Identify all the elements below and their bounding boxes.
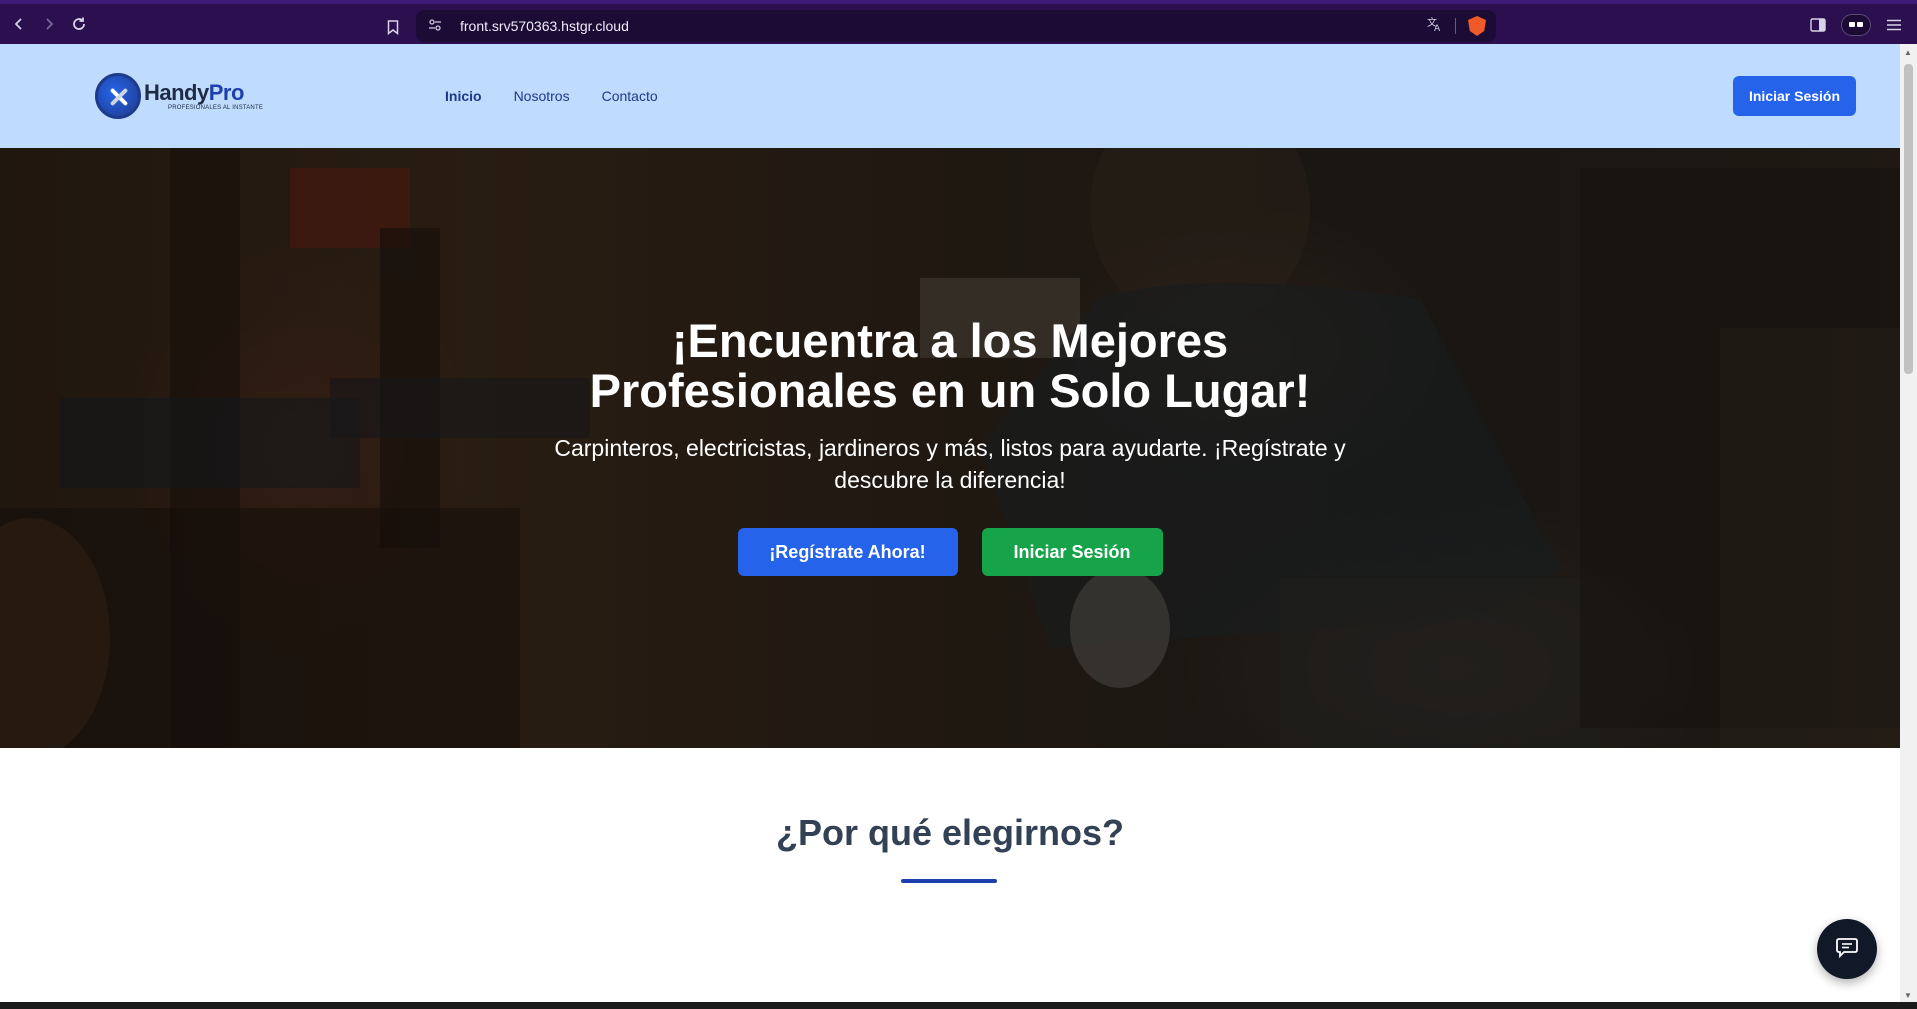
- hero-subtitle: Carpinteros, electricistas, jardineros y…: [554, 435, 1346, 493]
- logo-tagline: PROFESIONALES AL INSTANTE: [168, 104, 264, 111]
- scrollbar-thumb[interactable]: [1904, 64, 1913, 374]
- address-bar-actions: 文A: [1427, 10, 1486, 42]
- hero-title: ¡Encuentra a los Mejores Profesionales e…: [500, 316, 1400, 416]
- nav-link-contacto[interactable]: Contacto: [602, 88, 658, 104]
- page-scrollbar[interactable]: ▲ ▼: [1900, 44, 1917, 1004]
- svg-text:A: A: [1434, 24, 1441, 32]
- chat-button[interactable]: [1817, 919, 1877, 979]
- address-bar[interactable]: front.srv570363.hstgr.cloud 文A: [416, 10, 1496, 42]
- page-viewport: HandyPro PROFESIONALES AL INSTANTE Inici…: [0, 44, 1900, 1004]
- why-choose-us-title: ¿Por qué elegirnos?: [775, 812, 1125, 853]
- logo-text: HandyPro PROFESIONALES AL INSTANTE: [144, 79, 264, 111]
- site-header: HandyPro PROFESIONALES AL INSTANTE Inici…: [0, 44, 1900, 148]
- forward-arrow-icon[interactable]: [34, 9, 64, 39]
- menu-icon[interactable]: [1881, 12, 1907, 38]
- browser-toolbar: front.srv570363.hstgr.cloud 文A: [0, 0, 1917, 44]
- register-now-button[interactable]: ¡Regístrate Ahora!: [737, 528, 958, 576]
- translate-icon[interactable]: 文A: [1427, 16, 1443, 36]
- hero-content: ¡Encuentra a los Mejores Profesionales e…: [0, 148, 1900, 748]
- brave-shield-icon[interactable]: [1468, 16, 1486, 36]
- browser-right-controls: [1805, 12, 1907, 38]
- nav-link-inicio[interactable]: Inicio: [445, 88, 482, 104]
- logo-tools-icon: [95, 73, 141, 119]
- header-login-button[interactable]: Iniciar Sesión: [1733, 76, 1856, 116]
- hero-title-line-2: Profesionales en un Solo Lugar!: [589, 364, 1311, 417]
- sidebar-icon[interactable]: [1805, 12, 1831, 38]
- hero-title-line-1: ¡Encuentra a los Mejores: [671, 314, 1229, 367]
- logo-name-handy: Handy: [144, 79, 209, 105]
- logo[interactable]: HandyPro PROFESIONALES AL INSTANTE: [95, 73, 263, 119]
- hero-buttons: ¡Regístrate Ahora! Iniciar Sesión: [737, 528, 1163, 576]
- logo-name: HandyPro: [144, 79, 263, 105]
- nav-link-nosotros[interactable]: Nosotros: [514, 88, 570, 104]
- reload-icon[interactable]: [64, 9, 94, 39]
- separator: [1455, 18, 1456, 34]
- wallet-icon[interactable]: [1841, 14, 1871, 36]
- bottom-edge: [0, 1002, 1917, 1009]
- back-arrow-icon[interactable]: [4, 9, 34, 39]
- site-settings-icon[interactable]: [428, 18, 450, 35]
- hero-section: ¡Encuentra a los Mejores Profesionales e…: [0, 148, 1900, 748]
- chat-icon: [1835, 936, 1859, 963]
- section-title-underline: [901, 879, 997, 883]
- bookmark-icon[interactable]: [378, 12, 408, 42]
- logo-name-pro: Pro: [208, 79, 245, 105]
- navigation-buttons: [4, 9, 94, 39]
- scroll-down-arrow-icon[interactable]: ▼: [1904, 991, 1912, 1000]
- scroll-up-arrow-icon[interactable]: ▲: [1904, 48, 1912, 57]
- main-nav: Inicio Nosotros Contacto: [445, 88, 658, 104]
- url-text[interactable]: front.srv570363.hstgr.cloud: [460, 18, 629, 34]
- hero-login-button[interactable]: Iniciar Sesión: [981, 528, 1163, 576]
